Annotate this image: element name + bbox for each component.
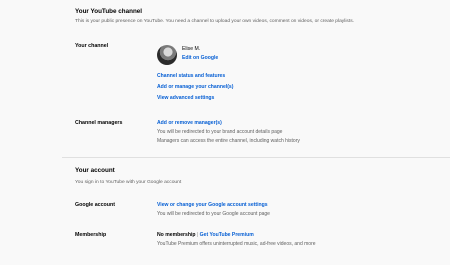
your-channel-label: Your channel [75,43,109,49]
google-account-note: You will be redirected to your Google ac… [157,211,270,217]
membership-note: YouTube Premium offers uninterrupted mus… [157,241,316,247]
channel-managers-label: Channel managers [75,120,123,126]
advanced-settings-link[interactable]: View advanced settings [157,95,214,101]
membership-separator: | [196,232,199,238]
membership-label: Membership [75,232,107,238]
section-divider [62,157,450,158]
channel-section-title: Your YouTube channel [75,8,143,15]
channel-section-subtitle: This is your public presence on YouTube.… [75,19,355,24]
google-account-label: Google account [75,202,116,208]
google-account-settings-link[interactable]: View or change your Google account setti… [157,202,268,208]
managers-note-access: Managers can access the entire channel, … [157,138,300,144]
avatar[interactable] [157,45,177,65]
account-section-subtitle: You sign in to YouTube with your Google … [75,180,182,185]
membership-status: No membership [157,232,196,238]
user-name: Elise M. [182,46,201,52]
add-remove-managers-link[interactable]: Add or remove manager(s) [157,120,222,126]
managers-note-redirect: You will be redirected to your brand acc… [157,129,283,135]
membership-row: No membership | Get YouTube Premium [157,232,254,238]
get-premium-link[interactable]: Get YouTube Premium [200,232,254,238]
channel-status-link[interactable]: Channel status and features [157,73,225,79]
account-section-title: Your account [75,167,115,174]
edit-on-google-link[interactable]: Edit on Google [182,55,218,61]
manage-channels-link[interactable]: Add or manage your channel(s) [157,84,233,90]
